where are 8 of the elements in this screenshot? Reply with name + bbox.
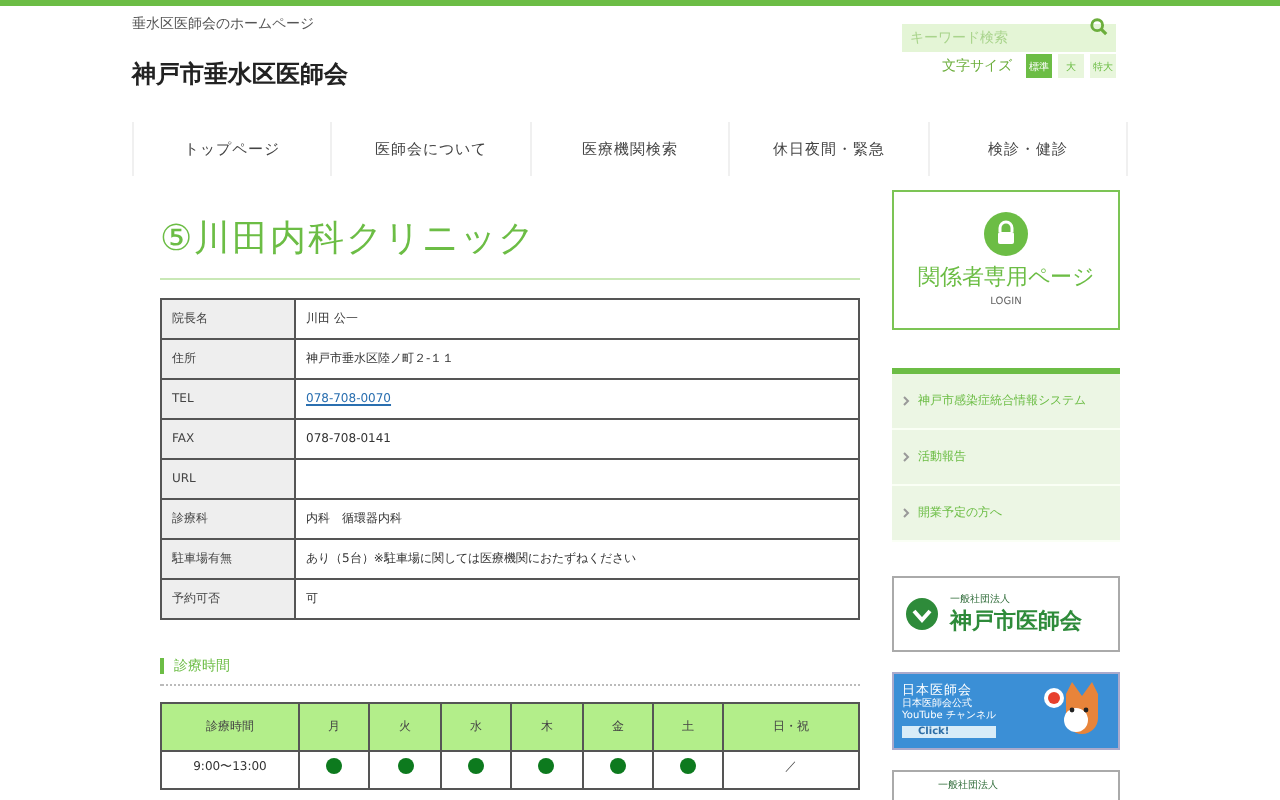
chevron-icon — [902, 395, 910, 406]
site-title[interactable]: 神戸市垂水区医師会 — [132, 58, 348, 92]
chevron-icon — [902, 451, 910, 462]
lock-icon — [984, 212, 1028, 256]
page-title: ⑤川田内科クリニック — [160, 206, 860, 280]
chevron-icon — [902, 507, 910, 518]
search-icon[interactable] — [1090, 17, 1108, 35]
login-title: 関係者専用ページ — [918, 262, 1094, 292]
